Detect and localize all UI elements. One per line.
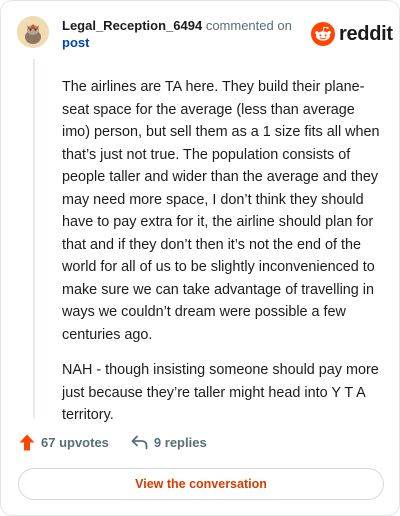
upvote-arrow-icon xyxy=(19,434,35,451)
post-link[interactable]: post xyxy=(62,35,89,50)
comment-card: Legal_Reception_6494 commented on post r… xyxy=(0,0,400,516)
upvote-button[interactable]: 67 upvotes xyxy=(19,434,109,451)
reddit-snoo-icon xyxy=(311,22,335,46)
reply-count: 9 replies xyxy=(153,435,207,450)
avatar[interactable] xyxy=(17,16,49,48)
comment-footer: 67 upvotes 9 replies xyxy=(19,434,207,451)
upvote-count: 67 upvotes xyxy=(41,435,109,450)
reddit-wordmark: reddit xyxy=(339,22,393,45)
username[interactable]: Legal_Reception_6494 xyxy=(62,18,202,33)
reply-arrow-icon xyxy=(131,435,148,450)
thread-line xyxy=(33,59,35,419)
comment-paragraph-1: The airlines are TA here. They build the… xyxy=(62,79,380,343)
avatar-icon xyxy=(17,16,49,48)
view-conversation-button[interactable]: View the conversation xyxy=(18,468,384,500)
action-text: commented on xyxy=(205,18,292,33)
comment-body: The airlines are TA here. They build the… xyxy=(62,76,384,440)
comment-paragraph-2: NAH - though insisting someone should pa… xyxy=(62,362,379,423)
reddit-logo[interactable]: reddit xyxy=(311,22,393,46)
comment-header: Legal_Reception_6494 commented on post xyxy=(62,17,297,51)
replies-button[interactable]: 9 replies xyxy=(131,435,207,450)
